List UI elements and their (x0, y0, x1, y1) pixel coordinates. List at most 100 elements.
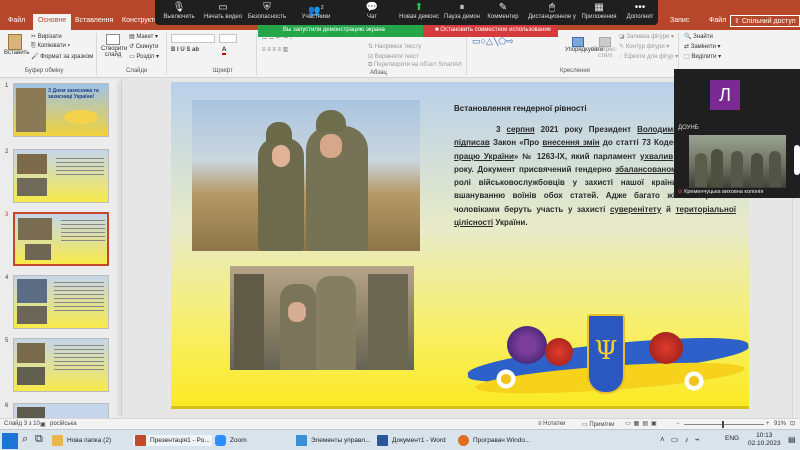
zoom-out-button[interactable]: − (676, 421, 680, 427)
language-label[interactable]: російська (50, 421, 77, 427)
cut-button[interactable]: ✂ Вирізати (31, 33, 62, 40)
mute-button[interactable]: 🎙 Выключить (155, 2, 203, 20)
tab-record[interactable]: Запис (670, 17, 689, 24)
divider (256, 33, 257, 75)
replace-button[interactable]: ⇄ Замінити ▾ (684, 43, 721, 50)
zoom-slider-thumb[interactable] (722, 421, 724, 428)
text-direction-button[interactable]: ⇅ Напрямок тексту (368, 43, 421, 50)
taskbar-item[interactable]: Zoom (215, 435, 247, 446)
font-format-buttons[interactable]: B I U S ab (171, 47, 199, 53)
security-button[interactable]: ⛨ Безопасность (243, 2, 291, 20)
more-button[interactable]: ••• Дополнит (616, 2, 664, 20)
shape-outline-button[interactable]: ✎ Контур фігури ▾ (619, 43, 669, 50)
reset-button[interactable]: ↺ Скинути (129, 43, 158, 50)
slide-thumbnail[interactable] (13, 403, 109, 418)
taskbar-item-label: Програвач Windo... (473, 437, 531, 445)
convert-smartart-button[interactable]: ⧉ Перетворити на об'єкт SmartArt (368, 62, 462, 69)
mute-label: Выключить (163, 14, 195, 20)
slide-thumbnail[interactable]: З Днем захисника та захисниці України! (13, 83, 109, 137)
spelling-icon[interactable]: ▣ (40, 421, 46, 428)
clock[interactable]: 10:13 02.10.2023 (748, 432, 781, 448)
comments-button[interactable]: ▭ Примітки (582, 421, 615, 428)
zoom-slider[interactable] (684, 421, 764, 428)
new-share-button[interactable]: ⬆ Новая демонс (395, 2, 443, 20)
align-buttons[interactable]: ≡ ≡ ≡ ≡ ▥ (262, 46, 288, 53)
find-button[interactable]: 🔍 Знайти (684, 33, 713, 40)
zoom-video-tile[interactable]: ⊘ Кременчуцька виховна колонія (674, 135, 800, 198)
taskbar-item[interactable]: Нова папка (2) (52, 435, 111, 446)
tab-home[interactable]: Основне (33, 14, 72, 30)
font-color-button[interactable]: A (222, 47, 227, 55)
zoom-in-button[interactable]: + (766, 421, 770, 427)
participants-button[interactable]: 👥2 Участники (292, 2, 340, 20)
thumb-map (64, 110, 98, 124)
notifications-icon[interactable]: ▤ (788, 435, 796, 444)
shapes-gallery[interactable]: ▭○△╲⬠⇨ (472, 36, 514, 47)
face (272, 145, 290, 167)
view-buttons[interactable]: ▭▦▤▣ (625, 420, 660, 427)
start-video-button[interactable]: ▭ Начать видео (199, 2, 247, 20)
taskbar-item-label: Zoom (230, 437, 247, 445)
underlined-word: підписав (454, 138, 490, 148)
soldiers-photo-bottom[interactable] (230, 266, 414, 370)
windows-taskbar: ⌕ ⧉ Нова папка (2) Презентація1 - Po... … (0, 429, 800, 450)
select-button[interactable]: ⬚ Виділити ▾ (684, 53, 721, 60)
remote-control-icon: 🖱 (549, 2, 555, 13)
replace-label: Замінити (690, 44, 716, 50)
remote-control-button[interactable]: 🖱 Дистанционное у (525, 2, 579, 20)
share-button[interactable]: ⇪ Спільний доступ (730, 15, 800, 27)
font-size-field[interactable] (219, 34, 237, 43)
layout-button[interactable]: ▤ Макет ▾ (129, 33, 158, 40)
shape-fill-button[interactable]: ◪ Заливка фігури ▾ (619, 33, 674, 40)
slide-thumbnail[interactable] (13, 149, 109, 203)
taskbar-item-label: Элементы управл... (311, 437, 371, 445)
tray-icons[interactable]: ˄ ▭ ♪ ⌁ (660, 435, 702, 444)
tab-right-file[interactable]: Файл (709, 17, 726, 24)
share-status: Вы запустили демонстрацию экрана (258, 25, 423, 37)
section-button[interactable]: ▭ Розділ ▾ (129, 53, 159, 60)
replace-icon: ⇄ (684, 44, 691, 50)
slide-thumbnail-selected[interactable] (13, 212, 109, 266)
task-view-icon[interactable]: ⧉ (35, 433, 43, 446)
tab-file[interactable]: Файл (8, 17, 25, 24)
annotate-button[interactable]: ✎ Комментир (479, 2, 527, 20)
zoom-level[interactable]: 91% (774, 421, 786, 427)
font-name-field[interactable] (171, 34, 215, 43)
new-slide-button[interactable]: Створити слайд (101, 34, 127, 58)
paste-button[interactable]: Вставить (4, 34, 30, 60)
copy-button[interactable]: ⎘ Копіювати ▾ (31, 43, 70, 50)
stop-share-button[interactable]: ■ Остановить совместное использование (423, 25, 558, 37)
body-text-run: України. (493, 218, 528, 228)
shape-effects-button[interactable]: ◌ Ефекти для фігур ▾ (619, 53, 678, 60)
tab-insert[interactable]: Вставлення (75, 17, 113, 24)
remote-video (689, 135, 786, 188)
soldier-figure (368, 274, 408, 370)
chat-button[interactable]: 💬 Чат (348, 2, 396, 20)
fit-slide-icon[interactable]: ⊡ (790, 420, 795, 427)
slide-number: 4 (5, 275, 9, 281)
notes-button[interactable]: ≡ Нотатки (538, 421, 565, 427)
thumbnails-scrollbar[interactable] (117, 81, 121, 416)
taskbar-item[interactable]: Элементы управл... (296, 435, 371, 446)
slide-thumbnail[interactable] (13, 338, 109, 392)
taskbar-item-active[interactable]: Презентація1 - Po... (133, 435, 212, 446)
zoom-participant-tile[interactable]: Л ДОУНБ (674, 69, 800, 135)
format-painter-button[interactable]: 🖌 Формат за зразком (31, 53, 93, 60)
input-language[interactable]: ENG (725, 435, 739, 442)
slide-thumbnail[interactable] (13, 275, 109, 329)
start-button[interactable] (2, 433, 18, 449)
search-icon[interactable]: ⌕ (22, 433, 28, 446)
quick-styles-label: Експрес-стилі (592, 47, 618, 59)
taskbar-item[interactable]: Документ1 - Word (377, 435, 446, 446)
zoom-panel-handle[interactable] (794, 145, 800, 175)
quick-styles-button[interactable]: Експрес-стилі (592, 37, 618, 59)
thumb-photo (18, 218, 52, 240)
arrange-button[interactable]: Упорядкувати (565, 37, 603, 53)
find-label: Знайти (693, 34, 713, 40)
soldiers-photo-top[interactable] (192, 100, 420, 251)
paste-label: Вставить (4, 50, 30, 56)
thumb-text (61, 220, 105, 242)
align-text-button[interactable]: ⊟ Вирівняти текст (368, 53, 419, 60)
taskbar-item[interactable]: Програвач Windo... (458, 435, 530, 446)
underlined-word: серпня (506, 125, 535, 134)
